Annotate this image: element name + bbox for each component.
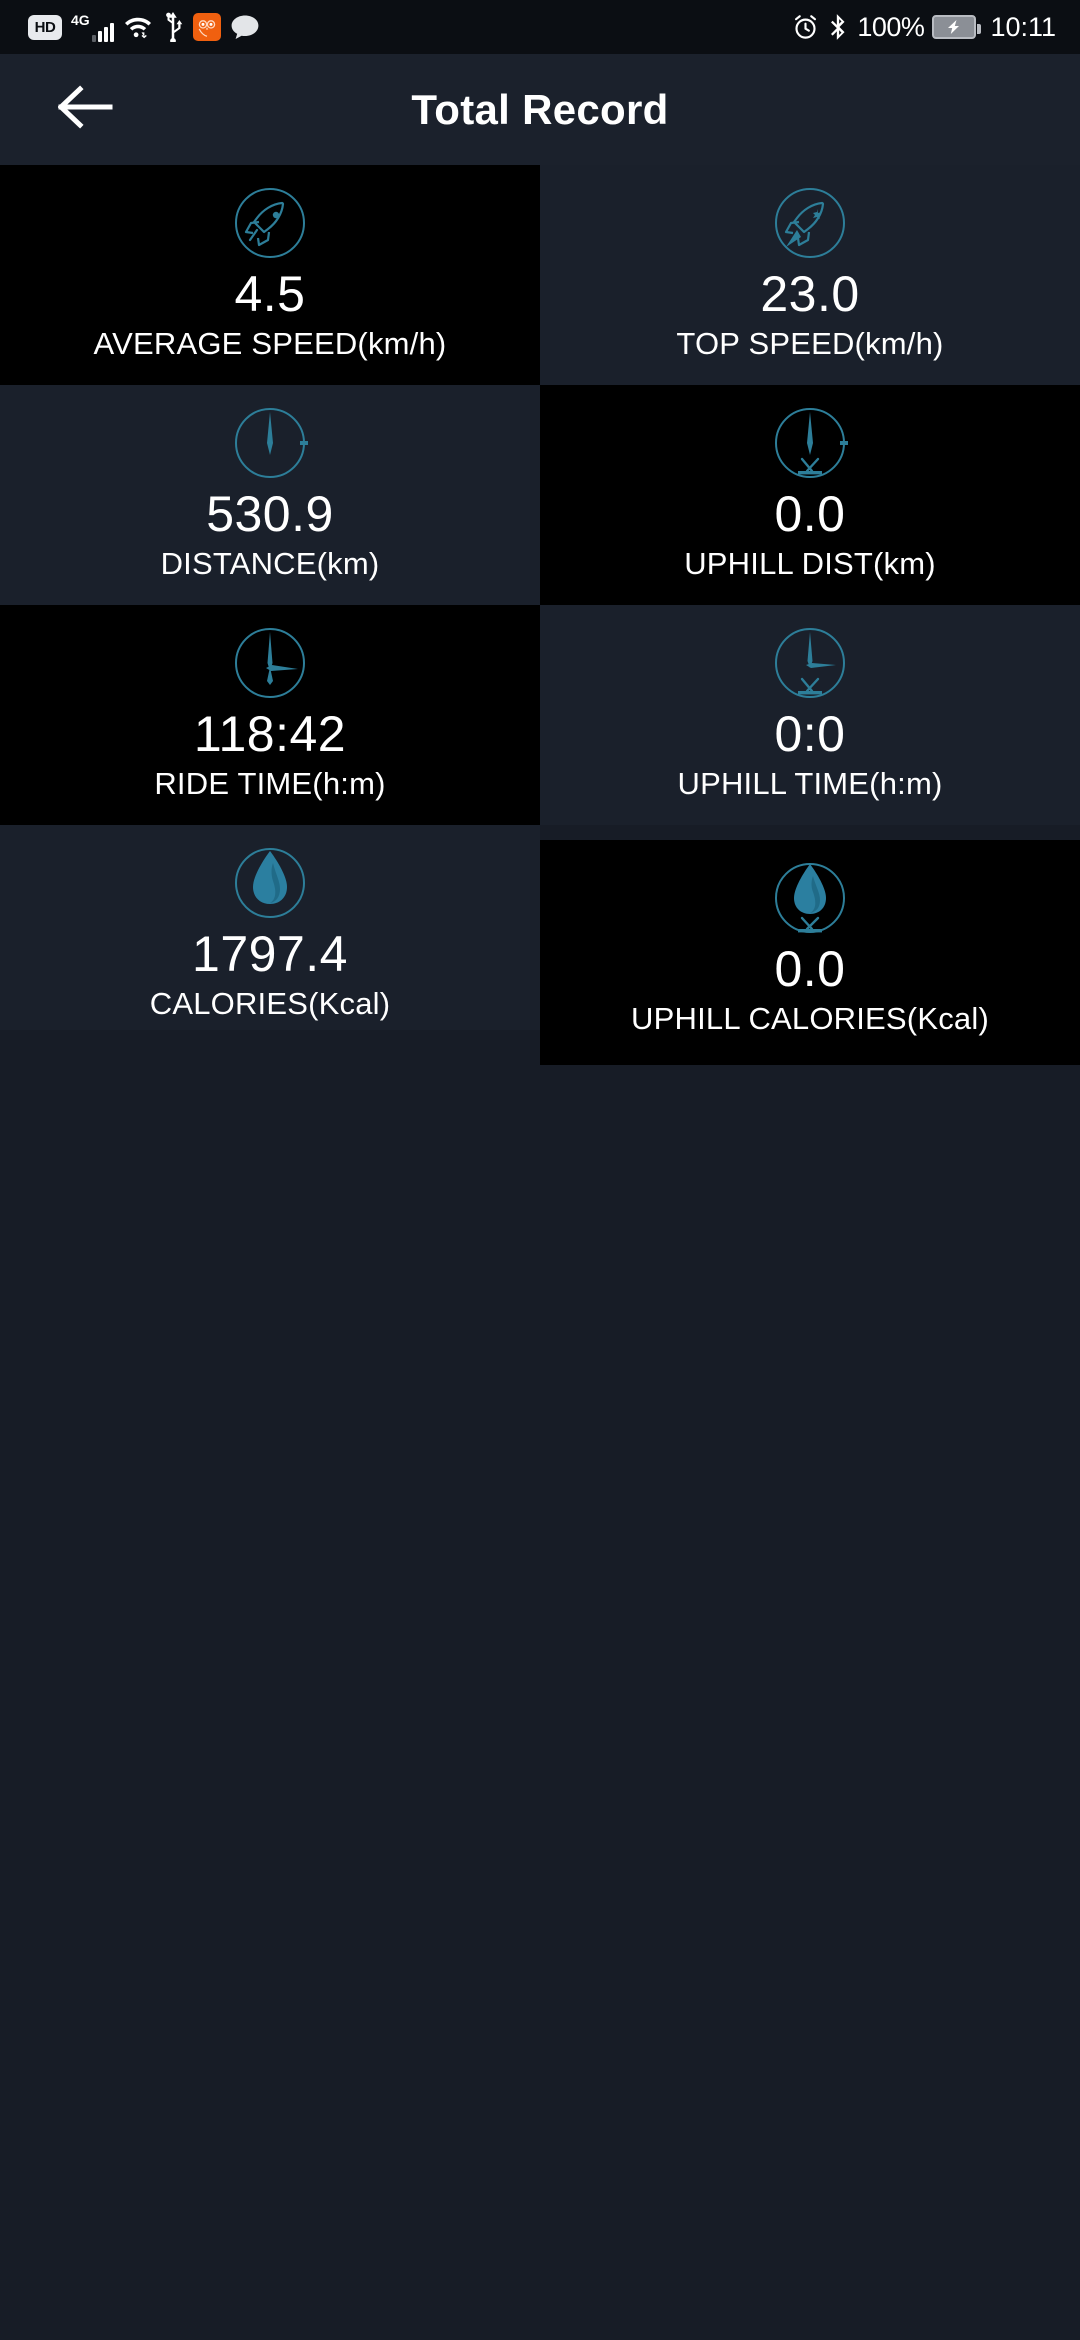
- status-bar: HD 4G 100% 10:11: [0, 0, 1080, 54]
- network-type-label: 4G: [71, 12, 90, 28]
- stat-label: RIDE TIME(h:m): [154, 766, 386, 801]
- stat-value: 118:42: [193, 706, 347, 762]
- back-button[interactable]: [46, 70, 126, 150]
- stat-value: 530.9: [206, 486, 334, 542]
- uphill-time-clock-icon: [760, 613, 860, 713]
- bluetooth-icon: [827, 13, 849, 41]
- stat-label: AVERAGE SPEED(km/h): [93, 326, 447, 361]
- uphill-distance-icon: [760, 393, 860, 493]
- stat-value: 0:0: [774, 706, 846, 762]
- stat-card[interactable]: 118:42 RIDE TIME(h:m): [0, 605, 540, 825]
- stat-value: 0.0: [774, 941, 846, 997]
- hd-badge-icon: HD: [28, 14, 62, 40]
- stat-value: 4.5: [234, 266, 306, 322]
- stat-card[interactable]: 4.5 AVERAGE SPEED(km/h): [0, 165, 540, 385]
- 4g-signal-icon: 4G: [71, 12, 114, 42]
- page-title: Total Record: [411, 85, 669, 133]
- hd-badge-label: HD: [34, 18, 56, 36]
- rocket-filled-icon: [760, 173, 860, 273]
- stat-label: UPHILL TIME(h:m): [677, 766, 943, 801]
- status-bar-clock: 10:11: [990, 11, 1056, 42]
- stat-card[interactable]: 0.0 UPHILL CALORIES(Kcal): [540, 840, 1080, 1065]
- distance-gauge-icon: [220, 393, 320, 493]
- stat-label: CALORIES(Kcal): [149, 986, 391, 1021]
- app-bar: Total Record: [0, 54, 1080, 165]
- stat-value: 1797.4: [192, 926, 348, 982]
- stat-card[interactable]: 0:0 UPHILL TIME(h:m): [540, 605, 1080, 825]
- stat-label: UPHILL CALORIES(Kcal): [631, 1001, 989, 1036]
- battery-charging-icon: [932, 15, 982, 39]
- calories-flame-icon: [220, 833, 320, 933]
- stat-label: DISTANCE(km): [160, 546, 380, 581]
- stats-grid: 4.5 AVERAGE SPEED(km/h) 23.0 TOP SPEED(km/…: [0, 165, 1080, 1565]
- alarm-clock-icon: [792, 14, 819, 41]
- stat-value: 23.0: [760, 266, 860, 322]
- status-bar-left-icons: HD 4G: [28, 12, 260, 42]
- arrow-left-icon: [57, 84, 114, 135]
- uphill-calories-icon: [760, 848, 860, 948]
- ride-time-clock-icon: [220, 613, 320, 713]
- battery-percent-label: 100%: [857, 11, 925, 42]
- stat-card[interactable]: 1797.4 CALORIES(Kcal): [0, 825, 540, 1030]
- stat-card[interactable]: 23.0 TOP SPEED(km/h): [540, 165, 1080, 385]
- wifi-icon: [123, 14, 153, 40]
- message-bubble-icon: [230, 14, 260, 40]
- owl-app-icon: [193, 13, 221, 41]
- stat-value: 0.0: [774, 486, 846, 542]
- rocket-outline-icon: [220, 173, 320, 273]
- usb-icon: [162, 12, 184, 42]
- stat-card[interactable]: 0.0 UPHILL DIST(km): [540, 385, 1080, 605]
- stat-label: UPHILL DIST(km): [684, 546, 936, 581]
- signal-bars-icon: [92, 22, 114, 42]
- stat-label: TOP SPEED(km/h): [676, 326, 944, 361]
- stat-card[interactable]: 530.9 DISTANCE(km): [0, 385, 540, 605]
- status-bar-right-icons: 100% 10:11: [792, 12, 1056, 43]
